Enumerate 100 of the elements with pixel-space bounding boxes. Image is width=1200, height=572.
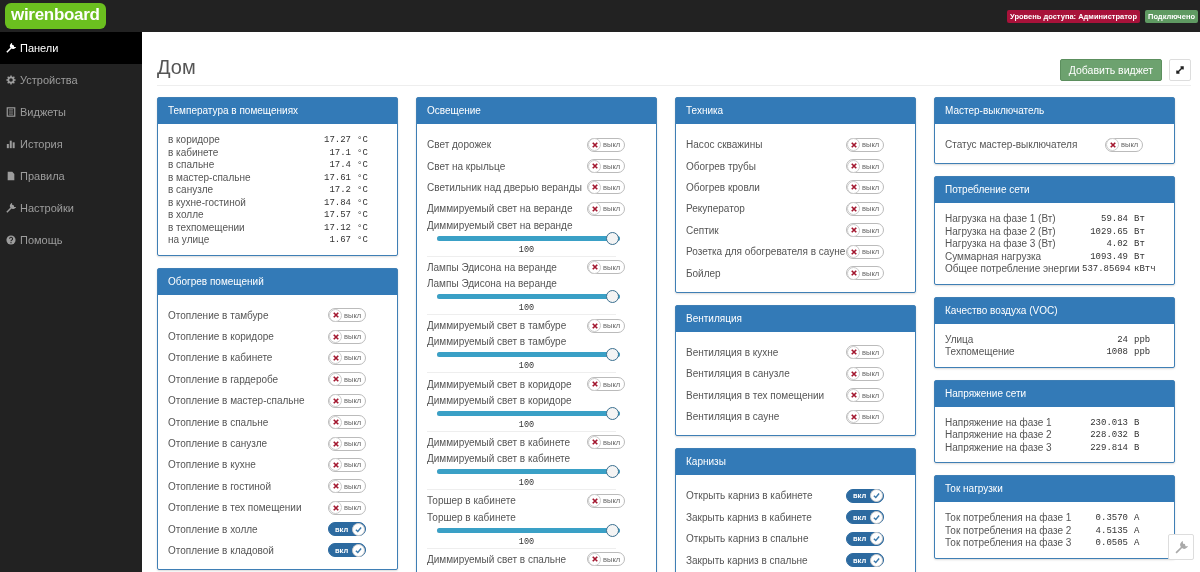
sensor-label: Суммарная нагрузка (945, 250, 1043, 264)
slider[interactable] (437, 289, 620, 303)
sensor-value: 17.1 (328, 146, 352, 159)
control-label: Диммируемый свет на веранде (427, 219, 574, 232)
sidebar-item[interactable]: Виджеты (0, 96, 142, 128)
bar-chart-icon (6, 139, 16, 149)
control-label: Диммируемый свет в кабинете (427, 453, 572, 466)
close-icon (591, 381, 598, 388)
close-icon (591, 264, 598, 271)
check-icon (873, 556, 880, 564)
close-icon (332, 312, 339, 319)
slider[interactable] (437, 406, 620, 420)
sensor-label: Нагрузка на фазе 1 (Вт) (945, 213, 1057, 226)
control-label: Отопление в тех помещении (168, 502, 302, 514)
widget-title: Температура в помещениях (158, 98, 397, 124)
sensor-label: на улице (168, 234, 211, 247)
sidebar-item[interactable]: Помощь (0, 224, 142, 256)
sidebar-item[interactable]: Панели (0, 32, 142, 64)
close-icon (850, 370, 857, 377)
close-icon (332, 440, 339, 447)
sensor-value: 4.02 (1105, 238, 1129, 251)
control-label: Бойлер (686, 267, 721, 279)
close-icon (850, 141, 857, 148)
gear-icon (6, 75, 16, 85)
sensor-value: 537.85694 (1082, 263, 1132, 276)
sensor-unit: A (1134, 512, 1141, 525)
control-label: Отопление в гардеробе (168, 373, 279, 385)
control-label: Отопление в тамбуре (168, 309, 269, 321)
sensor-unit: °C (357, 184, 369, 197)
control-label: Отопление в кладовой (168, 545, 274, 556)
close-icon (332, 376, 339, 383)
sidebar-item[interactable]: Устройства (0, 64, 142, 96)
sidebar-item[interactable]: Правила (0, 160, 142, 192)
sensor-label: Общее потребление энергии (945, 263, 1081, 276)
widget-title: Мастер-выключатель (935, 98, 1174, 124)
book-icon (6, 107, 16, 117)
sensor-unit: °C (357, 209, 369, 222)
control-label: Диммируемый свет в коридоре (427, 378, 572, 390)
sensor-label: Нагрузка на фазе 2 (Вт) (945, 225, 1057, 239)
control-label: Отопление в коридоре (168, 331, 274, 343)
control-label: Торшер в кабинете (427, 495, 516, 507)
sensor-value: 230.013 (1089, 416, 1129, 430)
wrench-icon (6, 203, 16, 213)
sensor-value: 17.61 (323, 171, 352, 184)
control-label: Диммируемый свет на веранде (427, 203, 573, 215)
close-icon (591, 497, 598, 504)
close-icon (850, 413, 857, 420)
fullscreen-button[interactable] (1169, 59, 1191, 81)
slider-value: 100 (517, 419, 536, 430)
close-icon (332, 354, 339, 361)
slider[interactable] (437, 231, 620, 245)
control-label: Отопление в холле (168, 523, 258, 535)
widget-title: Ток нагрузки (935, 476, 1174, 503)
sensor-label: Напряжение на фазе 3 (945, 441, 1053, 455)
close-icon (332, 397, 339, 404)
sensor-value: 17.4 (328, 159, 352, 172)
close-icon (850, 184, 857, 191)
slider[interactable] (437, 523, 620, 537)
sensor-unit: ppb (1134, 346, 1152, 359)
close-icon (1109, 141, 1116, 148)
sensor-label: в мастер-спальне (168, 171, 252, 184)
sensor-label: в санузле (168, 184, 215, 197)
widget-title: Потребление сети (935, 177, 1174, 204)
page-title: Дом (157, 56, 196, 79)
wrench-icon (6, 43, 16, 53)
control-label: Насос скважины (686, 139, 763, 151)
sensor-label: Ток потребления на фазе 3 (945, 537, 1073, 550)
sensor-label: Ток потребления на фазе 2 (945, 524, 1073, 538)
sensor-value: 59.84 (1100, 213, 1129, 226)
slider[interactable] (437, 348, 620, 362)
sensor-unit: В (1134, 429, 1141, 442)
sensor-value: 17.12 (323, 221, 352, 234)
widget-title: Карнизы (676, 449, 915, 476)
settings-button[interactable] (1168, 534, 1194, 560)
sensor-value: 0.0505 (1094, 537, 1129, 550)
help-icon (6, 235, 16, 245)
sensor-unit: °C (357, 196, 369, 209)
sensor-label: Ток потребления на фазе 1 (945, 512, 1073, 525)
close-icon (850, 270, 857, 277)
control-label: Вентиляция в тех помещении (686, 389, 825, 401)
sensor-value: 0.3570 (1094, 512, 1129, 525)
widget-title: Напряжение сети (935, 380, 1174, 407)
close-icon (591, 205, 598, 212)
sensor-label: Нагрузка на фазе 3 (Вт) (945, 238, 1057, 251)
check-icon (873, 492, 880, 500)
control-label: Закрыть карниз в кабинете (686, 511, 812, 523)
slider[interactable] (437, 465, 620, 479)
sensor-label: в техпомещении (168, 221, 246, 234)
sensor-label: в коридоре (168, 134, 221, 147)
sidebar-item[interactable]: История (0, 128, 142, 160)
sidebar-item[interactable]: Настройки (0, 192, 142, 224)
control-label: Диммируемый свет в тамбуре (427, 336, 568, 349)
slider-value: 100 (517, 244, 536, 255)
sensor-unit: Вт (1134, 213, 1146, 226)
control-label: Лампы Эдисона на веранде (427, 261, 557, 273)
control-label: Обогрев кровли (686, 181, 760, 193)
sensor-label: Улица (945, 333, 975, 347)
close-icon (332, 461, 339, 468)
control-label: Статус мастер-выключателя (945, 139, 1078, 151)
sensor-label: в кабинете (168, 146, 220, 159)
